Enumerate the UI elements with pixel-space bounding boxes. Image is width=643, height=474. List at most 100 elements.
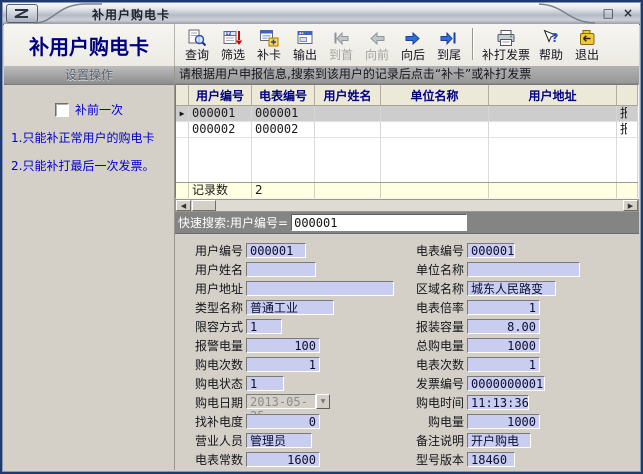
remark-field[interactable]: 开户购电	[467, 433, 531, 448]
purchase-time-field[interactable]: 11:13:36	[467, 395, 529, 410]
grid-cell[interactable]: 000002	[252, 122, 315, 138]
grid-row[interactable]: 000002 000002 报	[176, 122, 638, 138]
field-label: 电表编号	[408, 242, 464, 259]
limit-mode-field[interactable]: 1	[246, 319, 282, 334]
search-icon	[187, 29, 207, 48]
field-label: 备注说明	[408, 432, 464, 449]
grid-row-selected[interactable]: ▶ 000001 000001 报	[176, 106, 638, 122]
window-title: 补用户购电卡	[92, 6, 170, 23]
query-button[interactable]: 查询	[179, 28, 215, 63]
toolbar-button-label: 向前	[365, 48, 389, 62]
field-label: 找补电度	[175, 413, 243, 430]
print-invoice-button[interactable]: 补打发票	[479, 28, 533, 63]
reissue-previous-checkbox-label[interactable]: 补前一次	[75, 101, 123, 118]
field-label: 总购电量	[408, 337, 464, 354]
prev-record-button[interactable]: 向前	[359, 28, 395, 63]
exit-button[interactable]: 退出	[569, 28, 605, 63]
toolbar-button-label: 查询	[185, 48, 209, 62]
grid-column-header[interactable]: 用户编号	[189, 85, 252, 105]
record-count-label: 记录数	[189, 183, 252, 198]
quick-search-input[interactable]	[291, 214, 467, 231]
scrollbar-track[interactable]	[216, 200, 623, 211]
adjust-energy-field[interactable]: 0	[246, 414, 320, 429]
user-id-field[interactable]: 000001	[246, 243, 306, 258]
field-label: 用户地址	[175, 280, 243, 297]
meter-ratio-field[interactable]: 1	[467, 300, 540, 315]
grid-cell[interactable]	[315, 122, 381, 138]
close-button[interactable]: ×	[623, 5, 633, 21]
meter-count-field[interactable]: 1	[467, 357, 540, 372]
field-label: 区域名称	[408, 280, 464, 297]
field-label: 电表次数	[408, 356, 464, 373]
purchase-status-field[interactable]: 1	[246, 376, 284, 391]
page-title: 补用户购电卡	[4, 24, 175, 66]
alarm-energy-field[interactable]: 100	[246, 338, 320, 353]
reissue-previous-checkbox[interactable]	[55, 103, 69, 117]
toolbar-button-label: 筛选	[221, 48, 245, 62]
grid-column-header[interactable]: 用户姓名	[315, 85, 381, 105]
model-version-field[interactable]: 18460	[467, 452, 515, 467]
operator-field[interactable]: 管理员	[246, 433, 312, 448]
grid-cell[interactable]	[381, 122, 489, 138]
help-button[interactable]: ? 帮助	[533, 28, 569, 63]
next-record-button[interactable]: 向后	[395, 28, 431, 63]
grid-horizontal-scrollbar[interactable]: ◀ ▶	[175, 199, 639, 212]
invoice-number-field[interactable]: 0000000001	[467, 376, 545, 391]
quick-search-bar: 快速搜索:用户编号=	[175, 212, 639, 234]
field-label: 购电时间	[408, 394, 464, 411]
area-name-field[interactable]: 城东人民路变	[467, 281, 556, 296]
first-record-icon	[331, 29, 351, 48]
scrollbar-thumb[interactable]	[192, 200, 216, 211]
grid-cell[interactable]: 000001	[189, 106, 252, 122]
grid-cell[interactable]	[315, 106, 381, 122]
scroll-left-icon[interactable]: ◀	[176, 200, 191, 211]
field-label: 购电日期	[175, 394, 243, 411]
unit-name-field[interactable]	[467, 262, 580, 277]
grid-column-header[interactable]: 单位名称	[381, 85, 489, 105]
grid-column-header[interactable]: 电表编号	[252, 85, 315, 105]
instruction-bar: 请根据用户申报信息,搜索到该用户的记录后点击“补卡”或补打发票	[175, 66, 639, 84]
output-button[interactable]: 输出	[287, 28, 323, 63]
field-label: 类型名称	[175, 299, 243, 316]
grid-cell[interactable]	[489, 106, 617, 122]
grid-cell[interactable]	[381, 106, 489, 122]
grid-cell-partial[interactable]: 报	[617, 106, 638, 122]
toolbar-button-label: 向后	[401, 48, 425, 62]
title-bar[interactable]: 补用户购电卡 □ ×	[2, 2, 641, 25]
grid-cell[interactable]	[489, 122, 617, 138]
output-icon	[295, 29, 315, 48]
records-grid: 用户编号 电表编号 用户姓名 单位名称 用户地址 ▶ 000001 000001…	[175, 84, 639, 199]
purchase-count-field[interactable]: 1	[246, 357, 320, 372]
current-record-marker-icon: ▶	[180, 106, 185, 121]
note-2: 2.只能补打最后一次发票。	[11, 158, 169, 174]
grid-cell[interactable]: 000002	[189, 122, 252, 138]
field-label: 用户姓名	[175, 261, 243, 278]
scroll-right-icon[interactable]: ▶	[623, 200, 638, 211]
type-name-field[interactable]: 普通工业	[246, 300, 334, 315]
total-energy-field[interactable]: 1000	[467, 338, 540, 353]
last-record-button[interactable]: 到尾	[431, 28, 467, 63]
grid-cell[interactable]: 000001	[252, 106, 315, 122]
filter-button[interactable]: 12 筛选	[215, 28, 251, 63]
field-label: 发票编号	[408, 375, 464, 392]
filter-icon: 12	[223, 29, 243, 48]
note-1: 1.只能补正常用户的购电卡	[11, 130, 169, 146]
user-name-field[interactable]	[246, 262, 316, 277]
first-record-button[interactable]: 到首	[323, 28, 359, 63]
grid-column-header[interactable]: 用户地址	[489, 85, 617, 105]
installed-capacity-field[interactable]: 8.00	[467, 319, 540, 334]
toolbar-button-label: 帮助	[539, 48, 563, 62]
reissue-card-button[interactable]: 补卡	[251, 28, 287, 63]
maximize-button[interactable]: □	[603, 5, 614, 21]
meter-id-field[interactable]: 000001	[467, 243, 515, 258]
user-address-field[interactable]	[246, 281, 394, 296]
svg-text:?: ?	[552, 31, 559, 45]
meter-constant-field[interactable]: 1600	[246, 452, 320, 467]
field-label: 购电状态	[175, 375, 243, 392]
toolbar-button-label: 到首	[329, 48, 353, 62]
chevron-down-icon[interactable]: ▼	[316, 394, 330, 409]
grid-cell-partial[interactable]: 报	[617, 122, 638, 138]
purchase-energy-field[interactable]: 1000	[467, 414, 540, 429]
purchase-date-combo[interactable]: 2013-05-25 ▼	[246, 394, 330, 410]
exit-icon	[577, 29, 597, 48]
